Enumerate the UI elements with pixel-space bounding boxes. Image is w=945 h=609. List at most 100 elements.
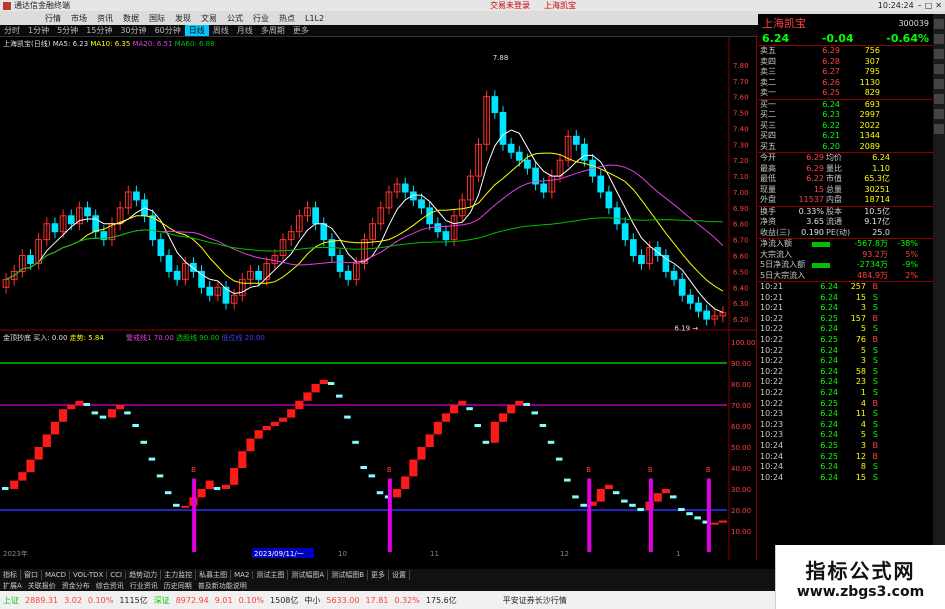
extension-tab[interactable]: 普及新功能说明 <box>195 581 250 591</box>
flow-label: 5日大宗流入 <box>760 270 806 280</box>
indicator-up-block <box>507 405 516 414</box>
indicator-tab[interactable]: 趋势动力 <box>126 569 162 580</box>
menu-item[interactable]: 数据 <box>118 13 144 24</box>
period-tab-selected[interactable]: 日线 <box>184 25 209 36</box>
extension-tab[interactable]: 综合资讯 <box>93 581 127 591</box>
menu-item[interactable]: 热点 <box>274 13 300 24</box>
flow-value: -567.8万 <box>854 239 888 248</box>
period-tab[interactable]: 多周期 <box>257 25 289 36</box>
indicator-tab[interactable]: 窗口 <box>21 569 42 580</box>
indicator-tab[interactable]: 私募主图 <box>196 569 232 580</box>
candle-body <box>629 239 637 257</box>
menu-item[interactable]: 文易 <box>196 13 222 24</box>
period-tab[interactable]: 60分钟 <box>151 25 185 36</box>
maximize-icon[interactable]: □ <box>925 1 933 10</box>
menu-item[interactable]: 公式 <box>222 13 248 24</box>
candle-body <box>507 143 515 153</box>
indicator-tab[interactable]: CCI <box>107 570 127 579</box>
stat-label: 总量 <box>826 184 842 194</box>
tick-side: S <box>872 377 878 387</box>
indicator-down-step <box>140 440 147 444</box>
minimize-icon[interactable]: – <box>918 1 922 10</box>
chart-svg[interactable]: 7.80 7.70 7.60 7.50 7.40 7.30 7.20 7.10 7.00 6.90… <box>0 37 757 560</box>
extension-tab[interactable]: 行业资讯 <box>127 581 161 591</box>
indicator-down-step <box>327 382 335 385</box>
side-tool-icon[interactable] <box>934 19 944 29</box>
extension-tab[interactable]: 历史同期 <box>161 581 195 591</box>
indicator-tab[interactable]: 设置 <box>389 569 411 580</box>
indicator-down-step <box>686 512 693 516</box>
tick-volume: 8 <box>860 462 866 472</box>
login-status[interactable]: 交易未登录 <box>490 0 530 11</box>
candle-body <box>621 223 629 241</box>
stat-label: PE(动) <box>826 227 851 237</box>
menu-item[interactable]: 资讯 <box>92 13 118 24</box>
menu-item[interactable]: 市场 <box>66 13 92 24</box>
tick-volume: 5 <box>860 324 866 334</box>
period-tab[interactable]: 周线 <box>209 25 233 36</box>
period-tab[interactable]: 1分钟 <box>24 25 53 36</box>
extension-tab[interactable]: 资金分布 <box>59 581 93 591</box>
indicator-down-step <box>156 474 164 478</box>
period-tab[interactable]: 分时 <box>0 25 24 36</box>
period-tab[interactable]: 5分钟 <box>53 25 82 36</box>
period-tab[interactable]: 30分钟 <box>116 25 150 36</box>
indicator-up-block <box>450 405 459 414</box>
indicator-tab[interactable]: MA2 <box>231 570 254 579</box>
bid-row: 买四 6.21 1344 <box>758 131 933 142</box>
menu-item[interactable]: 行业 <box>248 13 274 24</box>
menu-item[interactable]: L1L2 <box>300 14 329 23</box>
menu-item[interactable]: 行情 <box>40 13 66 24</box>
indicator-up-block <box>303 392 312 401</box>
side-tool-icon[interactable] <box>934 34 944 44</box>
stat-label: 收益(三) <box>760 227 791 237</box>
tick-time: 10:22 <box>760 387 784 397</box>
side-tool-icon[interactable] <box>934 124 944 134</box>
period-tab[interactable]: 月线 <box>233 25 257 36</box>
period-tab[interactable]: 15分钟 <box>82 25 116 36</box>
extension-tab[interactable]: 关联报价 <box>25 581 59 591</box>
indicator-tab[interactable]: 测试幅图B <box>328 569 369 580</box>
candle-body <box>206 286 214 296</box>
indicator-tab[interactable]: 主力监控 <box>161 569 197 580</box>
ask-label: 卖二 <box>760 77 776 87</box>
side-tool-icon[interactable] <box>934 109 944 119</box>
flow-pct: -9% <box>902 260 918 269</box>
candle-body <box>678 278 686 296</box>
side-tool-icon[interactable] <box>934 94 944 104</box>
close-icon[interactable]: ✕ <box>935 1 942 10</box>
menu-item[interactable]: 国际 <box>144 13 170 24</box>
side-tool-icon[interactable] <box>934 64 944 74</box>
indicator-up-block <box>42 434 51 447</box>
high-annotation: 7.88 <box>493 54 509 62</box>
indicator-up-block <box>116 405 125 410</box>
indicator-tab[interactable]: MACD <box>42 570 70 579</box>
period-tab[interactable]: 更多 <box>289 25 313 36</box>
side-tool-icon[interactable] <box>934 49 944 59</box>
indicator-tab[interactable]: 测试主图 <box>253 569 289 580</box>
stat-value: 15 <box>813 184 824 194</box>
indicator-tab[interactable]: VOL-TDX <box>70 570 108 579</box>
stat-row: 外盘 11537 内盘 18714 <box>758 195 933 206</box>
extension-tab[interactable]: 扩展A <box>0 581 25 591</box>
stat-row: 净资 3.65 流通 9.17亿 <box>758 217 933 228</box>
stat-value: 6.29 <box>806 153 824 162</box>
candle-body <box>670 270 678 280</box>
index-sz-name: 深证 <box>153 595 170 605</box>
stat-label: 最高 <box>760 163 776 173</box>
indicator-tab[interactable]: 测试幅图A <box>288 569 329 580</box>
indicator-up-block <box>433 421 442 435</box>
indicator-axis-label: 40.00 <box>731 465 751 473</box>
tick-time: 10:23 <box>760 409 784 419</box>
chart-area[interactable]: 上海凯宝(日线) MA5: 6.23 MA10: 6.35 MA20: 6.51… <box>0 37 757 560</box>
tick-time: 10:21 <box>760 282 784 291</box>
indicator-up-block <box>59 409 68 422</box>
side-tool-icon[interactable] <box>934 79 944 89</box>
candle-body <box>703 310 710 320</box>
tick-volume: 11 <box>855 409 866 419</box>
indicator-tab[interactable]: 指标 <box>0 569 21 580</box>
indicator-up-block <box>26 459 35 473</box>
indicator-tab[interactable]: 更多 <box>368 569 390 580</box>
indicator-up-block <box>490 421 499 443</box>
menu-item[interactable]: 发现 <box>170 13 196 24</box>
